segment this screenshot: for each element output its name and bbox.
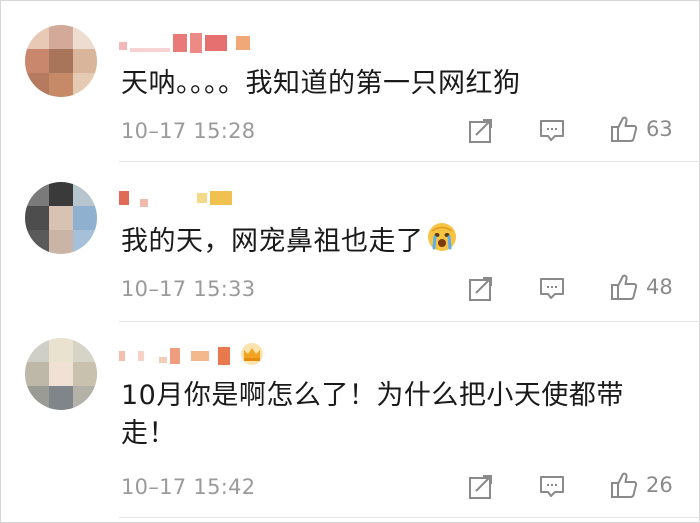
- thumbs-up-icon: [611, 472, 638, 498]
- blurred-avatar-icon: [25, 25, 97, 97]
- comment-button[interactable]: [539, 277, 565, 301]
- repost-button[interactable]: [468, 118, 494, 144]
- repost-button[interactable]: [468, 474, 494, 500]
- like-count: 48: [646, 275, 673, 299]
- comment-icon: [540, 476, 564, 497]
- like-count: 63: [646, 117, 673, 141]
- comment-button[interactable]: [539, 475, 565, 499]
- comment-text: 10月你是啊怎么了！为什么把小天使都带走！: [121, 380, 624, 449]
- repost-icon: [469, 475, 492, 499]
- divider: [119, 161, 700, 162]
- user-avatar[interactable]: [25, 338, 97, 410]
- comment-button[interactable]: [539, 119, 565, 143]
- user-avatar[interactable]: [25, 182, 97, 254]
- like-count: 26: [646, 473, 673, 497]
- like-button[interactable]: 26: [610, 471, 673, 499]
- comment-timestamp: 10–17 15:42: [121, 475, 256, 499]
- repost-icon: [469, 277, 492, 301]
- divider: [119, 321, 700, 322]
- comment-list: 天呐。。。。我知道的第一只网红狗 10–17 15:28 63 我的天，网宠鼻祖…: [0, 0, 700, 523]
- like-button[interactable]: 48: [610, 273, 673, 301]
- comment-icon: [540, 120, 564, 141]
- username-redacted[interactable]: [119, 31, 253, 55]
- blurred-avatar-icon: [25, 338, 97, 410]
- comment-text: 天呐。。。。我知道的第一只网红狗: [121, 68, 521, 99]
- comment-timestamp: 10–17 15:33: [121, 277, 256, 301]
- like-button[interactable]: 63: [610, 115, 673, 143]
- crown-badge-icon: [239, 342, 265, 370]
- thumbs-up-icon: [611, 116, 638, 142]
- repost-icon: [469, 119, 492, 143]
- comment-timestamp: 10–17 15:28: [121, 119, 256, 143]
- username-redacted[interactable]: [119, 342, 265, 370]
- blurred-avatar-icon: [25, 182, 97, 254]
- comment-text-content: 我的天，网宠鼻祖也走了: [121, 226, 424, 257]
- comment-text: 我的天，网宠鼻祖也走了: [121, 221, 661, 264]
- username-redacted[interactable]: [119, 186, 235, 210]
- comment-icon: [540, 278, 564, 299]
- repost-button[interactable]: [468, 276, 494, 302]
- divider: [119, 517, 700, 518]
- crying-face-emoji: [426, 221, 458, 264]
- user-avatar[interactable]: [25, 25, 97, 97]
- thumbs-up-icon: [611, 274, 638, 300]
